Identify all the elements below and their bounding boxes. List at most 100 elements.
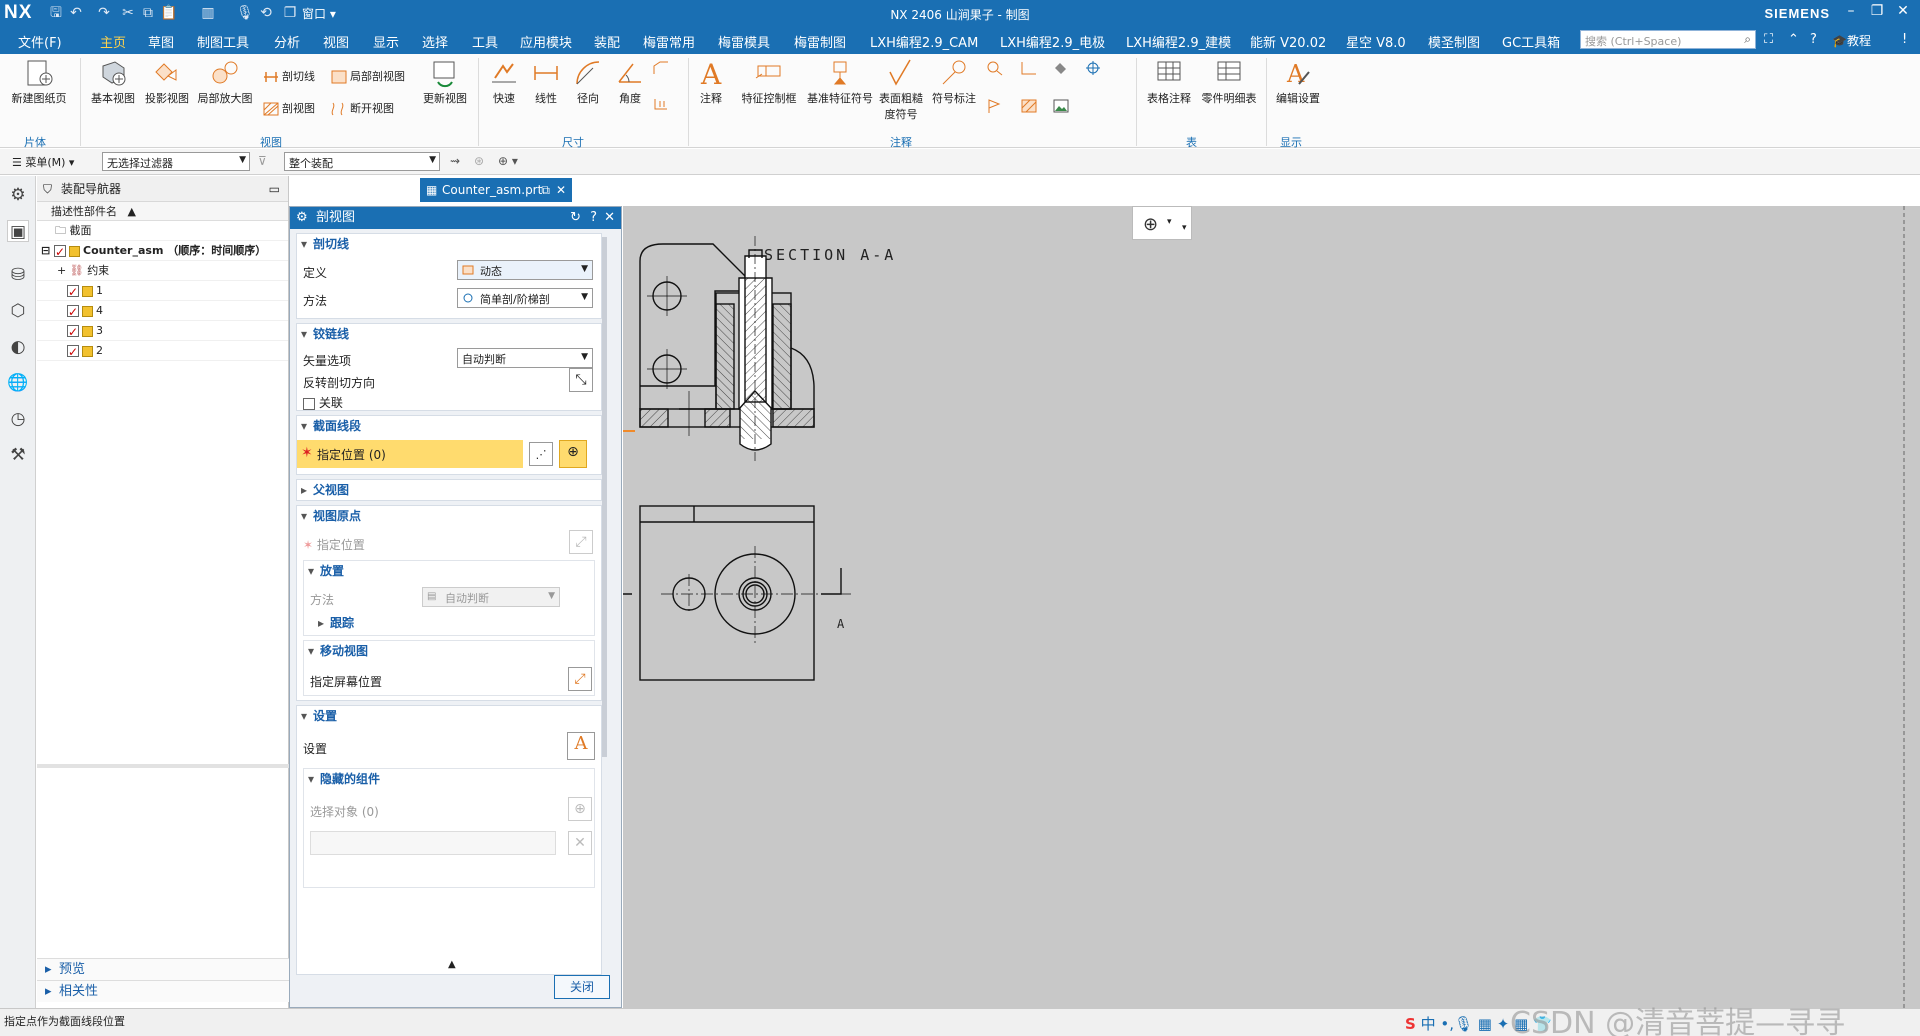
object-list-box[interactable] [310,831,556,855]
tab-gc-toolbox[interactable]: GC工具箱 [1502,32,1560,51]
tab-xingkong[interactable]: 星空 V8.0 [1346,32,1406,51]
horizontal-scrollbar[interactable] [37,764,289,768]
preview-section[interactable]: ▸ 预览 [37,958,289,980]
edit-settings-button[interactable]: A 编辑设置 [1272,58,1324,106]
weld-symbol-button[interactable] [986,98,1006,114]
search-annotation-button[interactable] [986,60,1006,76]
section-view[interactable] [639,236,815,461]
vector-option-select[interactable]: 自动判断 ▼ [457,348,593,368]
close-button[interactable]: 关闭 [554,975,610,999]
projected-view-button[interactable]: 投影视图 [140,58,194,106]
settings-header[interactable]: 设置 [297,706,601,726]
restore-icon[interactable]: ❐ [1866,3,1888,19]
point-snap-icon[interactable]: ⊕ ▾ [498,154,518,168]
tab-nengxin[interactable]: 能新 V20.02 [1250,32,1326,51]
tab-meilei-mold[interactable]: 梅雷模具 [718,32,770,51]
visibility-checkbox[interactable] [67,282,79,302]
minimize-icon[interactable]: – [1840,3,1862,19]
parts-list-button[interactable]: 零件明细表 [1198,58,1260,106]
hinge-line-header[interactable]: 铰链线 [297,324,601,344]
crosshatch-button[interactable] [1020,98,1040,114]
datum-feature-button[interactable]: 基准特征符号 [804,58,876,106]
parent-view-header[interactable]: 父视图 [297,480,601,500]
tab-lxh-cam[interactable]: LXH编程2.9_CAM [870,32,978,51]
menu-button[interactable]: ☰ 菜单(M) ▾ [12,154,74,170]
table-note-button[interactable]: 表格注释 [1142,58,1196,106]
chamfer-dimension-button[interactable] [652,60,672,76]
tab-lxh-modeling[interactable]: LXH编程2.9_建模 [1126,32,1231,51]
move-view-header[interactable]: 移动视图 [304,641,594,661]
ordinate-dimension-button[interactable] [652,96,672,112]
origin-point-button[interactable]: ⤢ [569,530,593,554]
section-segments-header[interactable]: 截面线段 [297,416,601,436]
target-point-button[interactable] [1084,60,1104,76]
visibility-checkbox[interactable] [67,342,79,362]
tree-node-part[interactable]: 4 [37,301,288,322]
close-window-icon[interactable]: ✕ [1892,3,1914,19]
feature-control-frame-button[interactable]: 特征控制框 [734,58,804,106]
command-search-input[interactable]: 搜索 (Ctrl+Space) ⌕ [1580,30,1756,49]
search-icon[interactable]: ⌕ [1744,32,1751,47]
fullscreen-icon[interactable]: ⛶ [1764,32,1773,47]
type-filter-select[interactable]: 无选择过滤器 ▼ [102,152,250,171]
tab-select[interactable]: 选择 [422,32,448,51]
symbol-label-button[interactable]: 符号标注 [928,58,980,106]
visibility-checkbox[interactable] [67,322,79,342]
roles-icon[interactable]: ⚒ [7,444,29,466]
edit-settings-button[interactable]: A [567,732,595,760]
tree-node-section[interactable]: 🗀 截面 [37,221,288,241]
point-dialog-button[interactable]: ⋰ [529,442,553,466]
tab-lxh-electrode[interactable]: LXH编程2.9_电极 [1000,32,1105,51]
specify-location-row[interactable]: ✶ 指定位置 (0) [297,440,523,468]
radial-dimension-button[interactable]: 径向 [568,58,608,106]
part-navigator-icon[interactable]: ⬡ [7,300,29,322]
filter-icon[interactable]: ⊽ [258,154,267,168]
tab-sketch[interactable]: 草图 [148,32,174,51]
rapid-dimension-button[interactable]: 快速 [484,58,524,106]
document-tab[interactable]: ▦ Counter_asm.prt ⧉ ✕ [420,178,572,202]
associative-checkbox-row[interactable]: 关联 [303,394,343,411]
tutorial-link[interactable]: 🎓教程 [1832,32,1871,49]
reuse-library-icon[interactable]: ◐ [7,336,29,358]
tab-mosheng[interactable]: 模圣制图 [1428,32,1480,51]
surface-finish-button[interactable]: 表面粗糙度符号 [876,58,926,122]
method-select[interactable]: 简单剖/阶梯剖 ▼ [457,288,593,308]
tab-analysis[interactable]: 分析 [274,32,300,51]
drawing-sheet[interactable]: SECTION A-A A [623,206,1920,1008]
dialog-scrollbar[interactable] [602,237,607,757]
assembly-filter-icon[interactable]: ⊛ [474,154,484,168]
tab-view[interactable]: 视图 [323,32,349,51]
inferred-point-button[interactable]: ⊕ [559,440,587,468]
pin-icon[interactable]: ⧉ [541,178,550,202]
hidden-components-header[interactable]: 隐藏的组件 [304,769,594,789]
placement-method-select[interactable]: ▤ 自动判断 ▼ [422,587,560,607]
update-view-button[interactable]: 更新视图 [418,58,472,106]
constraint-navigator-icon[interactable]: ⛁ [7,264,29,286]
base-view-button[interactable]: 基本视图 [86,58,140,106]
collapse-arrow-icon[interactable]: ▲ [448,959,456,970]
file-menu[interactable]: 文件(F) [18,32,62,51]
view-origin-header[interactable]: 视图原点 [297,506,601,526]
track-header[interactable]: 跟踪 [314,613,354,633]
select-object-button[interactable]: ⊕ [568,797,592,821]
drawing-canvas[interactable]: ⊕ ▾ ▾ SECTION A-A A [623,206,1920,1008]
tree-node-part[interactable]: 2 [37,341,288,362]
reverse-direction-button[interactable]: ⤡ [569,368,593,392]
section-line-button[interactable]: 剖切线 [262,68,315,85]
parent-view[interactable] [623,505,851,681]
help-icon[interactable]: ? [590,207,597,229]
help-icon[interactable]: ? [1810,32,1817,47]
collapse-ribbon-icon[interactable]: ⌃ [1788,32,1799,47]
break-view-button[interactable]: 断开视图 [330,100,394,117]
note-button[interactable]: A 注释 [692,58,730,106]
detail-view-button[interactable]: 局部放大图 [194,58,256,106]
visibility-checkbox[interactable] [54,242,67,262]
new-sheet-button[interactable]: 新建图纸页 [8,58,70,106]
tab-meilei-drafting[interactable]: 梅雷制图 [794,32,846,51]
tab-meilei-common[interactable]: 梅雷常用 [643,32,695,51]
history-icon[interactable]: ◷ [7,408,29,430]
snap-options-icon[interactable]: ⇝ [450,154,460,168]
angular-dimension-button[interactable]: 角度 [610,58,650,106]
partial-section-button[interactable]: 局部剖视图 [330,68,405,85]
reset-icon[interactable]: ↻ [570,207,581,229]
